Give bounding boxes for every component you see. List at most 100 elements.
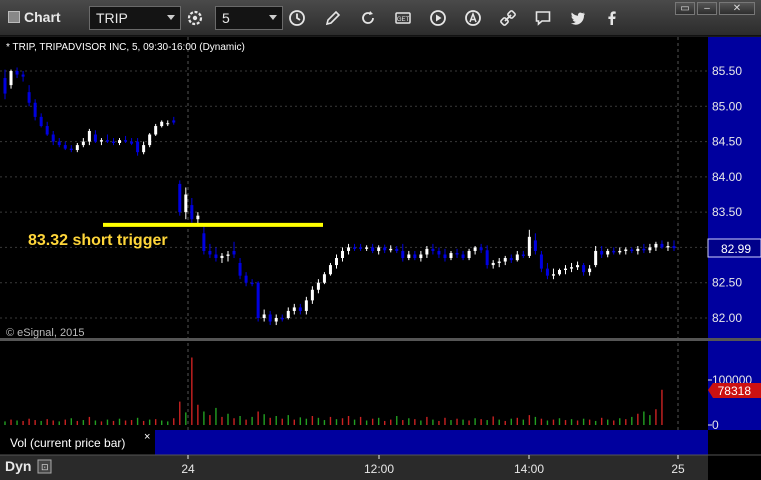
candle-body [666,246,670,248]
candle-body [124,140,128,142]
candle-body [630,249,634,251]
app-title: Chart [8,9,61,25]
candle-body [431,248,435,251]
candle-body [437,250,441,255]
candle-body [461,254,465,259]
dyn-lock-glyph: ⊡ [41,462,49,472]
restore-window-button[interactable]: ▭ [675,2,695,15]
candle-body [3,78,7,94]
candle-body [491,262,495,266]
candle-body [280,318,284,320]
last-price-label: 82.99 [721,242,751,256]
clock-icon[interactable] [285,7,309,29]
candle-body [310,289,314,301]
time-tick-label: 14:00 [514,462,544,476]
play-icon[interactable] [426,7,450,29]
candle-body [214,254,218,259]
time-tick-label: 25 [671,462,685,476]
candle-body [576,265,580,268]
candle-body [154,126,158,135]
candle-body [27,92,31,103]
candle-body [527,236,531,256]
candle-body [208,250,212,255]
get-data-icon[interactable]: GET [391,7,415,29]
chevron-down-icon[interactable] [167,15,175,20]
symbol-combo[interactable]: TRIP [89,6,181,30]
symbol-value[interactable]: TRIP [96,10,128,26]
candle-body [130,141,134,144]
volume-tick-label: 0 [712,418,719,432]
comment-icon[interactable] [531,7,555,29]
candle-body [304,300,308,311]
candle-body [570,267,574,269]
candle-body [383,247,387,251]
price-axis[interactable] [708,37,761,338]
candle-body [148,134,152,146]
pane-divider[interactable] [0,338,761,341]
candle-body [99,140,103,142]
candle-body [341,250,345,259]
minimize-window-button[interactable]: – [697,2,717,15]
svg-text:GET: GET [397,17,410,23]
candle-body [274,318,278,322]
app-title-label: Chart [24,9,61,25]
candle-body [545,268,549,276]
volume-study-label[interactable]: Vol (current price bar) [10,436,125,450]
price-tick-label: 82.00 [712,311,742,325]
candle-body [190,205,194,220]
candle-body [497,261,501,263]
candle-body [515,254,519,261]
candle-body [467,250,471,259]
price-tick-label: 82.50 [712,276,742,290]
candle-body [606,250,610,255]
alert-icon[interactable] [461,7,485,29]
candle-body [425,248,429,255]
candle-body [33,102,37,117]
candle-body [395,248,399,251]
candle-body [9,71,13,86]
price-pane[interactable] [0,37,708,338]
candle-body [407,254,411,259]
time-tick-label: 24 [181,462,195,476]
link-icon[interactable] [496,7,520,29]
candle-body [618,250,622,253]
candle-body [672,246,676,249]
candle-body [244,275,248,283]
twitter-icon[interactable] [566,7,590,29]
price-tick-label: 83.50 [712,205,742,219]
interval-value[interactable]: 5 [222,10,230,26]
chevron-down-icon[interactable] [269,15,277,20]
price-chart[interactable]: 85.5085.0084.5084.0083.5083.0082.5082.00… [0,37,761,480]
candle-body [642,248,646,251]
candle-body [654,243,658,248]
candle-body [588,268,592,273]
price-tick-label: 84.00 [712,170,742,184]
candle-body [648,247,652,251]
candle-body [298,307,302,311]
candle-body [256,282,260,318]
candle-body [21,74,25,77]
candle-body [75,145,79,151]
close-window-button[interactable]: ✕ [719,2,755,15]
candle-body [292,307,296,311]
facebook-icon[interactable] [600,7,624,29]
volume-pane[interactable] [0,341,708,430]
candle-body [413,254,417,259]
interval-combo[interactable]: 5 [215,6,283,30]
price-tick-label: 85.00 [712,99,742,113]
candle-body [262,314,266,318]
candle-body [660,243,664,248]
refresh-icon[interactable] [356,7,380,29]
candle-body [160,121,164,127]
candle-body [87,130,91,142]
pencil-icon[interactable] [321,7,345,29]
chart-area[interactable]: 85.5085.0084.5084.0083.5083.0082.5082.00… [0,37,761,480]
candle-body [521,254,525,256]
short-trigger-label: 83.32 short trigger [28,232,168,249]
candle-body [353,247,357,249]
candle-body [184,194,188,213]
close-study-icon[interactable]: × [144,431,150,443]
candle-body [365,247,369,249]
candle-body [81,141,85,146]
symbol-settings-gear-icon[interactable] [183,7,207,29]
